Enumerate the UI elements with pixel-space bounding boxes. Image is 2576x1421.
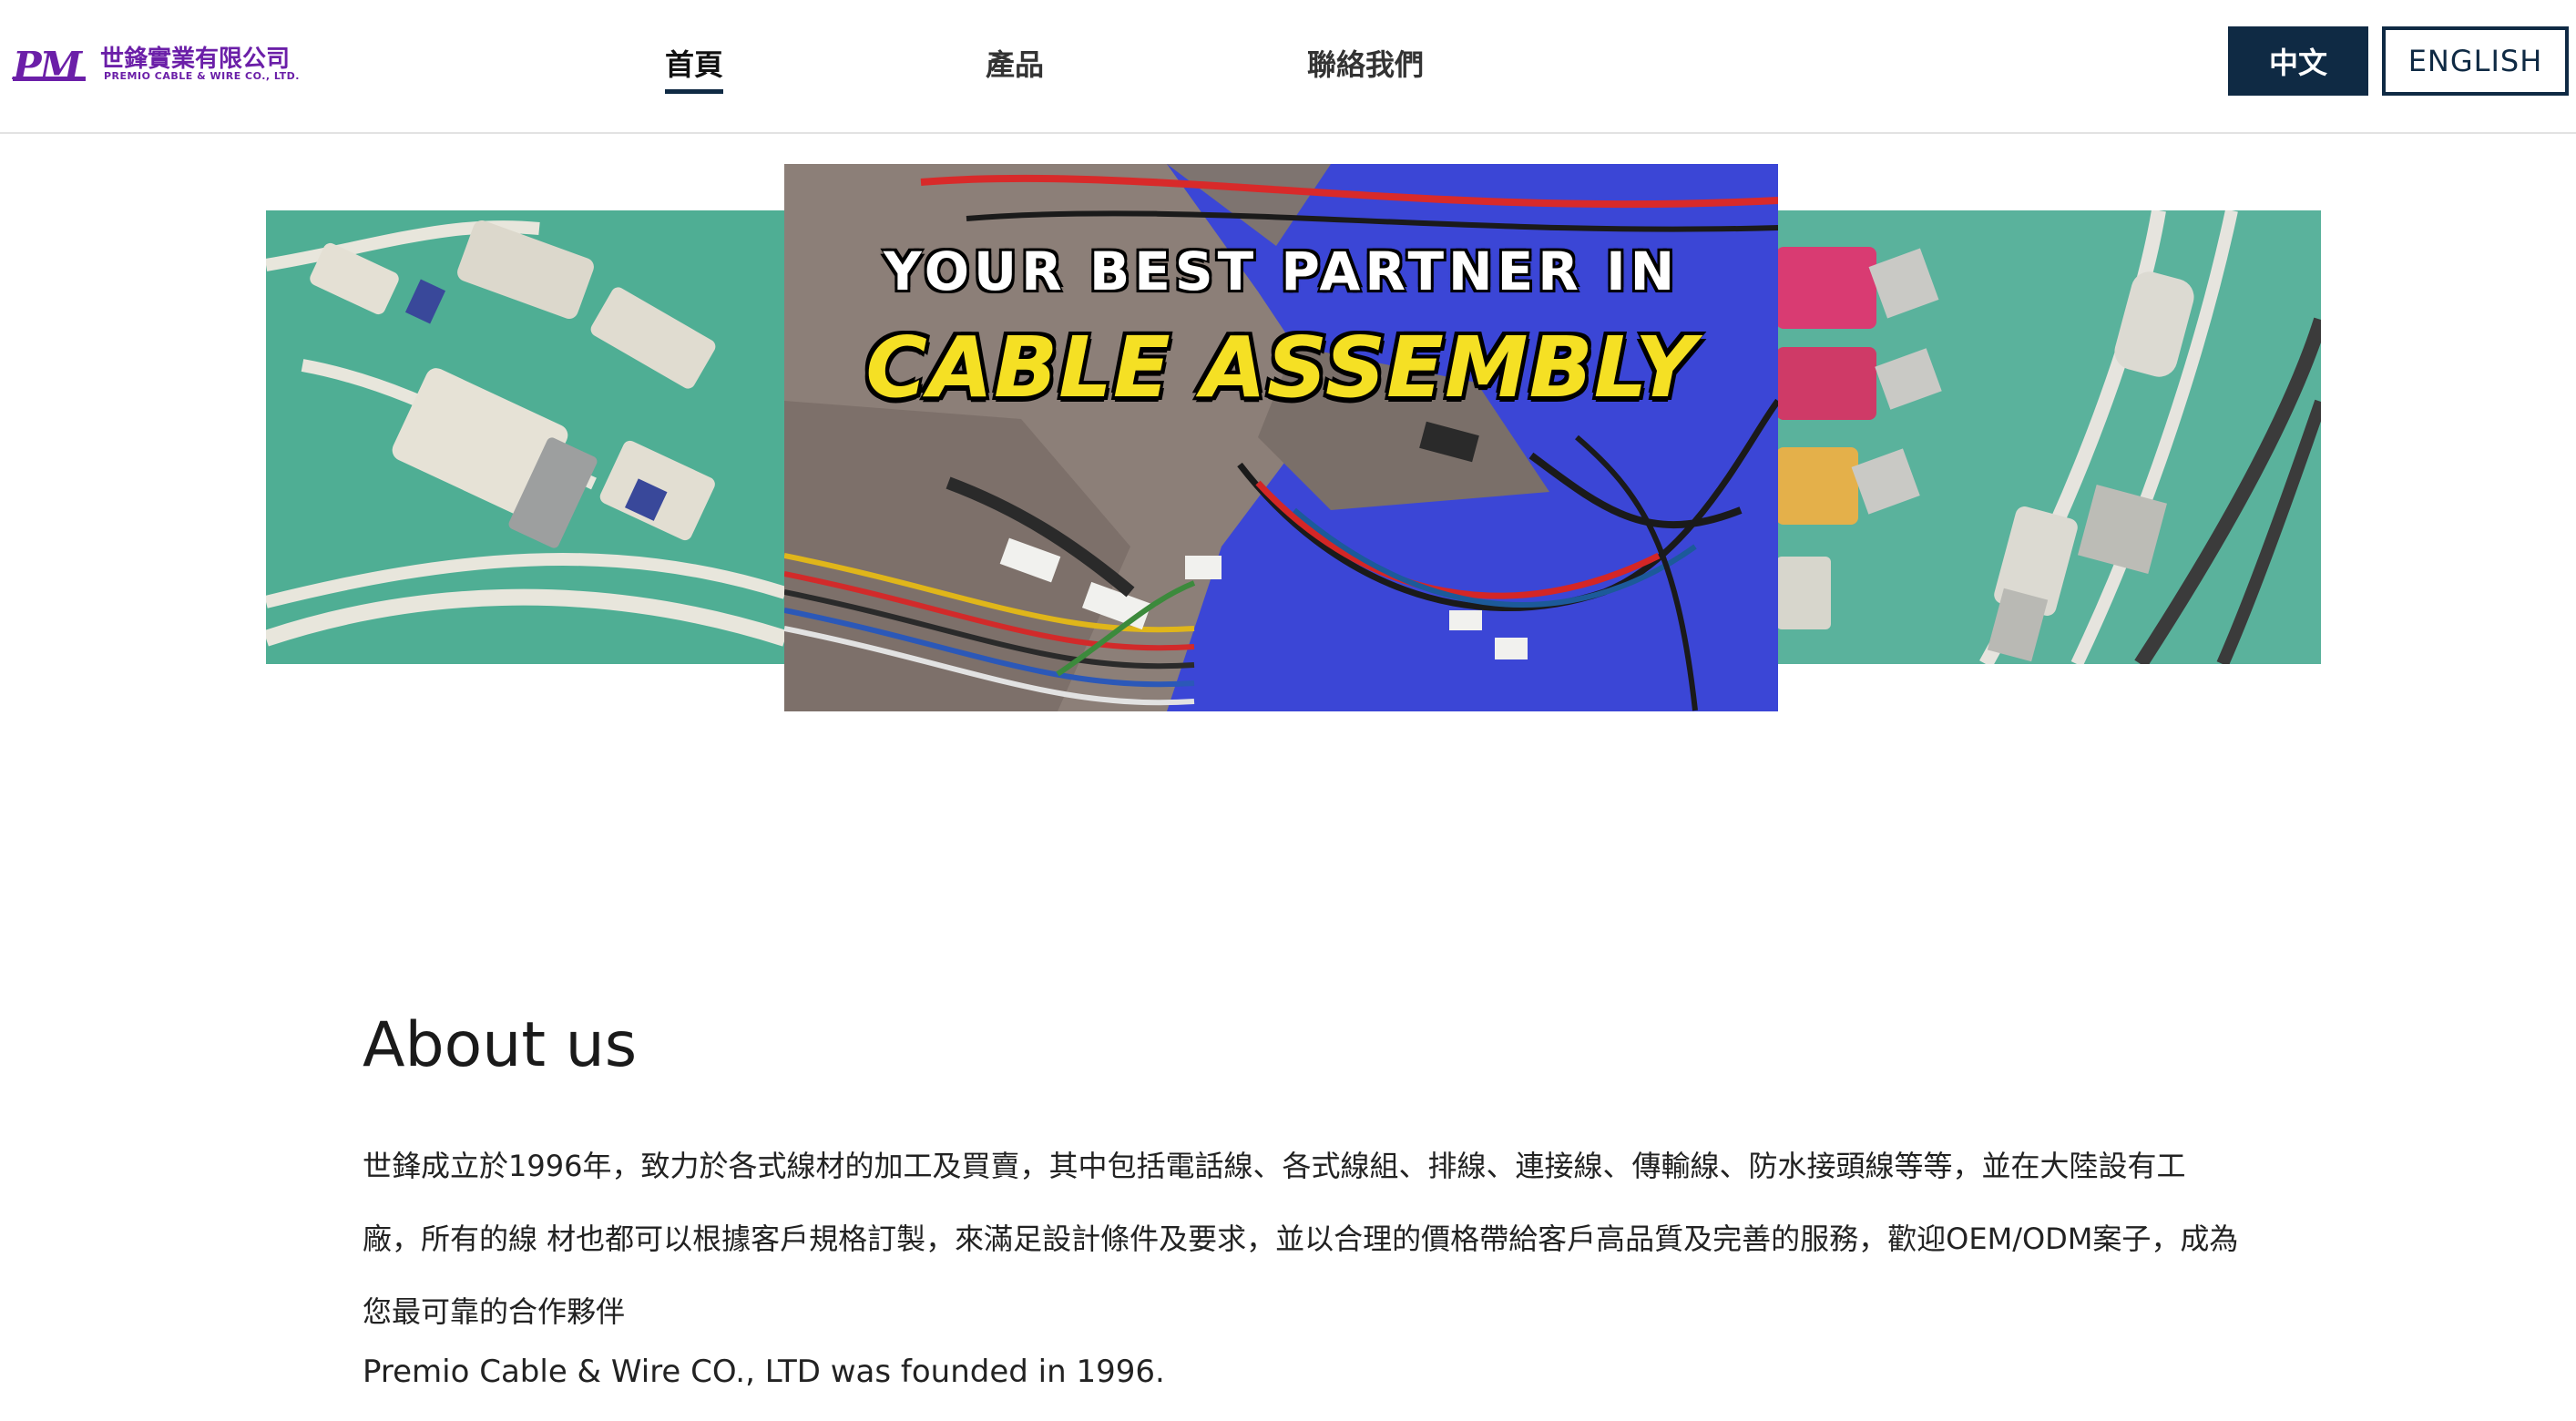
about-paragraph-en: Premio Cable & Wire CO., LTD was founded… [363, 1354, 1165, 1390]
logo-name-cn: 世鋒實業有限公司 [100, 46, 291, 73]
about-heading: About us [363, 1009, 638, 1081]
nav-home[interactable]: 首頁 [665, 42, 723, 84]
company-logo[interactable]: PM 世鋒實業有限公司 PREMIO CABLE & WIRE CO., LTD… [13, 40, 322, 91]
language-chinese-button[interactable]: 中文 [2228, 26, 2368, 96]
logo-mark: PM [13, 44, 82, 88]
language-english-button[interactable]: ENGLISH [2382, 26, 2569, 96]
hero-image-connectors [266, 210, 785, 664]
nav-active-indicator [665, 89, 723, 94]
hero-banner: YOUR BEST PARTNER IN CABLE ASSEMBLY [784, 164, 1778, 711]
logo-underline [13, 77, 86, 81]
hero-image-usb-cables [1776, 210, 2321, 664]
logo-name-en: PREMIO CABLE & WIRE CO., LTD. [104, 70, 300, 82]
hero-tagline: YOUR BEST PARTNER IN [883, 240, 1680, 302]
hero-headline: CABLE ASSEMBLY [865, 319, 1697, 416]
site-header: PM 世鋒實業有限公司 PREMIO CABLE & WIRE CO., LTD… [0, 0, 2576, 134]
about-paragraph-cn: 世鋒成立於1996年，致力於各式線材的加工及買賣，其中包括電話線、各式線組、排線… [363, 1149, 2239, 1329]
nav-contact[interactable]: 聯絡我們 [1307, 42, 1424, 84]
nav-products[interactable]: 產品 [986, 42, 1044, 84]
